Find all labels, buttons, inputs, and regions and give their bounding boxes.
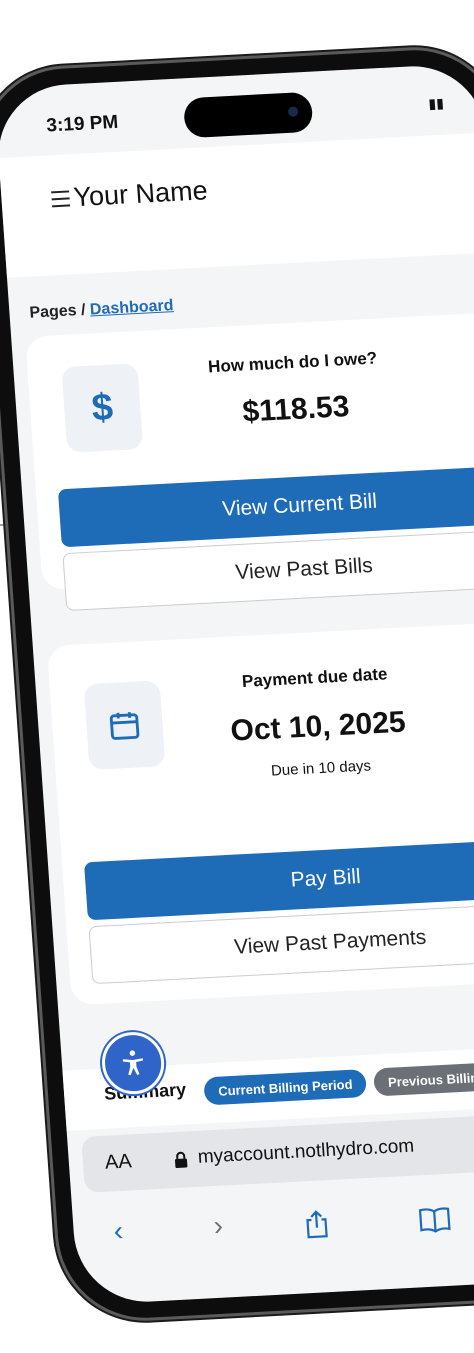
lock-icon — [174, 1151, 188, 1168]
signal-icon: ▮▮ — [427, 94, 445, 112]
status-time: 3:19 PM — [45, 111, 119, 137]
breadcrumb: Pages / Dashboard — [29, 297, 174, 322]
phone-mockup: 3:19 PM ▮▮ Your Name Pages / Dashboard $… — [0, 0, 474, 1353]
forward-icon[interactable]: › — [213, 1210, 225, 1242]
phone-screen: 3:19 PM ▮▮ Your Name Pages / Dashboard $… — [0, 62, 474, 1306]
reader-text-size-button[interactable]: AA — [104, 1150, 132, 1174]
dynamic-island — [182, 91, 314, 139]
phone-frame: 3:19 PM ▮▮ Your Name Pages / Dashboard $… — [0, 45, 474, 1323]
due-date-value: Oct 10, 2025 — [229, 705, 407, 748]
tab-previous-billing[interactable]: Previous Billing — [373, 1061, 474, 1097]
user-name[interactable]: Your Name — [72, 175, 208, 213]
breadcrumb-root: Pages — [28, 302, 78, 322]
accessibility-icon — [122, 1050, 143, 1076]
hamburger-menu-icon[interactable] — [51, 190, 71, 212]
calendar-icon-tile — [83, 680, 166, 771]
browser-toolbar: ‹ › — [72, 1178, 474, 1273]
camera-icon — [287, 106, 299, 117]
dollar-icon-tile: $ — [61, 363, 144, 453]
due-countdown: Due in 10 days — [270, 757, 372, 780]
balance-label: How much do I owe? — [207, 348, 378, 377]
tab-current-billing-period[interactable]: Current Billing Period — [203, 1068, 368, 1106]
breadcrumb-separator: / — [80, 301, 87, 319]
url-text[interactable]: myaccount.notlhydro.com — [197, 1136, 415, 1169]
balance-card: $ How much do I owe? $118.53 View Curren… — [25, 310, 474, 612]
back-icon[interactable]: ‹ — [113, 1215, 125, 1247]
bookmarks-icon[interactable] — [418, 1206, 452, 1234]
pay-bill-button[interactable]: Pay Bill — [83, 837, 474, 921]
dollar-icon: $ — [90, 385, 115, 429]
app-header: Your Name — [0, 132, 474, 278]
calendar-icon — [109, 712, 140, 740]
balance-amount: $118.53 — [241, 390, 351, 429]
due-date-label: Payment due date — [241, 664, 388, 691]
breadcrumb-dashboard-link[interactable]: Dashboard — [89, 297, 174, 318]
due-date-card: Payment due date Oct 10, 2025 Due in 10 … — [46, 619, 474, 1006]
share-icon[interactable] — [303, 1208, 331, 1239]
